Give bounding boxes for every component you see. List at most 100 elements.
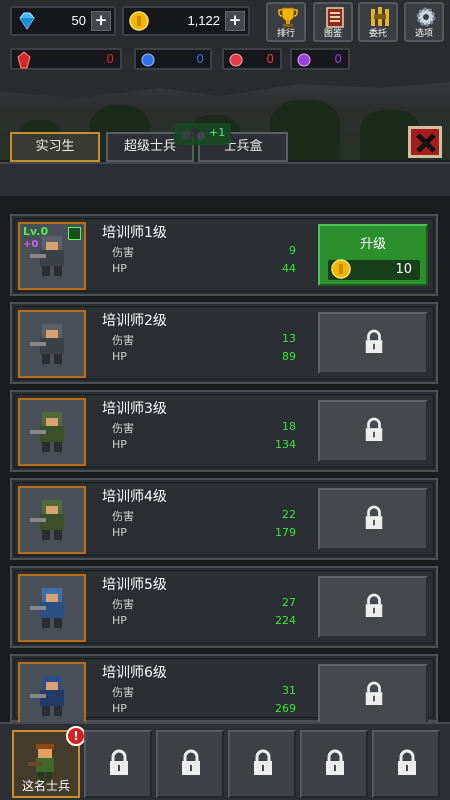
purple-orb-value: 0 bbox=[334, 52, 342, 66]
soldier-icon bbox=[30, 412, 64, 452]
soldier-slot-selected[interactable]: 这名士兵 ! bbox=[12, 726, 86, 798]
slot-label: 这名士兵 bbox=[21, 779, 70, 793]
hp-label: HP bbox=[112, 350, 127, 363]
damage-label: 伤害 bbox=[112, 334, 134, 347]
unlocked-badge-icon bbox=[68, 227, 81, 240]
hp-value: 134 bbox=[275, 438, 296, 451]
hp-value: 179 bbox=[275, 526, 296, 539]
locked-button[interactable] bbox=[318, 664, 428, 726]
coin-counter: 1,122 + bbox=[122, 6, 250, 36]
material-row: 0 0 0 0 bbox=[0, 44, 450, 74]
soldier-slot-locked[interactable] bbox=[228, 730, 296, 798]
trainer-portrait bbox=[18, 486, 86, 554]
hp-label: HP bbox=[112, 702, 127, 715]
coin-icon bbox=[331, 259, 351, 279]
trainer-card: 培训师4级 伤害 22 HP 179 bbox=[10, 478, 438, 560]
damage-value: 31 bbox=[282, 684, 296, 697]
tab-intern[interactable]: 实习生 bbox=[10, 132, 100, 162]
hp-label: HP bbox=[112, 438, 127, 451]
padlock-icon bbox=[365, 329, 383, 353]
gem-counter: 50 + bbox=[10, 6, 116, 36]
red-crystal-value: 0 bbox=[106, 52, 114, 66]
soldier-slot-bar: 这名士兵 ! bbox=[0, 722, 450, 800]
padlock-icon bbox=[365, 505, 383, 529]
trainer-title: 培训师6级 bbox=[102, 665, 167, 681]
damage-label: 伤害 bbox=[112, 246, 134, 259]
coin-value: 1,122 bbox=[187, 13, 220, 28]
menu-label: 排行 bbox=[276, 29, 295, 39]
diamond-icon bbox=[19, 12, 35, 30]
boost-text: +1 bbox=[209, 126, 226, 139]
damage-label: 伤害 bbox=[112, 422, 134, 435]
locked-button[interactable] bbox=[318, 488, 428, 550]
blue-orb-counter: 0 bbox=[134, 48, 212, 70]
damage-label: 伤害 bbox=[112, 510, 134, 523]
soldier-icon bbox=[30, 588, 64, 628]
soldier-slot-locked[interactable] bbox=[156, 730, 224, 798]
damage-label: 伤害 bbox=[112, 598, 134, 611]
soldier-icon bbox=[30, 324, 64, 364]
close-icon bbox=[416, 133, 436, 153]
menu-label: 选项 bbox=[414, 29, 433, 39]
hp-value: 89 bbox=[282, 350, 296, 363]
coin-icon bbox=[129, 11, 149, 31]
damage-value: 9 bbox=[289, 244, 296, 257]
trainer-portrait bbox=[18, 662, 86, 730]
close-button[interactable] bbox=[408, 126, 442, 158]
locked-button[interactable] bbox=[318, 576, 428, 638]
purple-orb-icon bbox=[297, 53, 311, 67]
options-button[interactable]: 选项 bbox=[404, 2, 444, 42]
trainer-portrait bbox=[18, 574, 86, 642]
red-orb-value: 0 bbox=[266, 52, 274, 66]
red-orb-icon bbox=[229, 53, 243, 67]
soldier-slot-locked[interactable] bbox=[84, 730, 152, 798]
commission-button[interactable]: 委托 bbox=[358, 2, 398, 42]
hp-label: HP bbox=[112, 526, 127, 539]
trainer-card: 培训师6级 伤害 31 HP 269 bbox=[10, 654, 438, 730]
padlock-icon bbox=[365, 681, 383, 705]
buy-gems-button[interactable]: + bbox=[91, 11, 111, 31]
trainer-card: Lv.0 +0 培训师1级 伤害 9 HP 44 升级 10 bbox=[10, 214, 438, 296]
trainer-card: 培训师5级 伤害 27 HP 224 bbox=[10, 566, 438, 648]
damage-value: 18 bbox=[282, 420, 296, 433]
hp-value: 44 bbox=[282, 262, 296, 275]
trainer-title: 培训师5级 bbox=[102, 577, 167, 593]
padlock-icon bbox=[326, 749, 344, 775]
buy-coins-button[interactable]: + bbox=[225, 11, 245, 31]
upgrade-button[interactable]: 升级 10 bbox=[318, 224, 428, 286]
hp-value: 269 bbox=[275, 702, 296, 715]
red-orb-counter: 0 bbox=[222, 48, 282, 70]
boost-indicator: +1 bbox=[175, 123, 231, 145]
soldier-slot-locked[interactable] bbox=[372, 730, 440, 798]
trainer-title: 培训师4级 bbox=[102, 489, 167, 505]
padlock-icon bbox=[254, 749, 272, 775]
gem-value: 50 bbox=[71, 13, 86, 28]
leaderboard-button[interactable]: 排行 bbox=[266, 2, 306, 42]
padlock-icon bbox=[110, 749, 128, 775]
trainer-title: 培训师3级 bbox=[102, 401, 167, 417]
damage-value: 22 bbox=[282, 508, 296, 521]
trainer-card: 培训师2级 伤害 13 HP 89 bbox=[10, 302, 438, 384]
alert-badge: ! bbox=[66, 726, 86, 746]
cliff-silhouette bbox=[0, 74, 450, 98]
hp-label: HP bbox=[112, 262, 127, 275]
damage-value: 27 bbox=[282, 596, 296, 609]
menu-label: 图鉴 bbox=[323, 29, 342, 39]
collection-button[interactable]: 图鉴 bbox=[313, 2, 353, 42]
level-bonus: +0 bbox=[23, 239, 39, 250]
locked-button[interactable] bbox=[318, 400, 428, 462]
level-label: Lv.0 bbox=[23, 225, 49, 238]
trainer-card: 培训师3级 伤害 18 HP 134 bbox=[10, 390, 438, 472]
padlock-icon bbox=[365, 593, 383, 617]
blue-orb-value: 0 bbox=[196, 52, 204, 66]
padlock-icon bbox=[398, 749, 416, 775]
locked-button[interactable] bbox=[318, 312, 428, 374]
top-bar: 50 + 1,122 + 排行 图鉴 委托 选项 bbox=[0, 0, 450, 44]
trainer-portrait bbox=[18, 398, 86, 466]
soldier-slot-locked[interactable] bbox=[300, 730, 368, 798]
upgrade-label: 升级 bbox=[359, 237, 386, 252]
ore-icon bbox=[182, 128, 205, 140]
trainer-portrait: Lv.0 +0 bbox=[18, 222, 86, 290]
trainer-portrait bbox=[18, 310, 86, 378]
purple-orb-counter: 0 bbox=[290, 48, 350, 70]
